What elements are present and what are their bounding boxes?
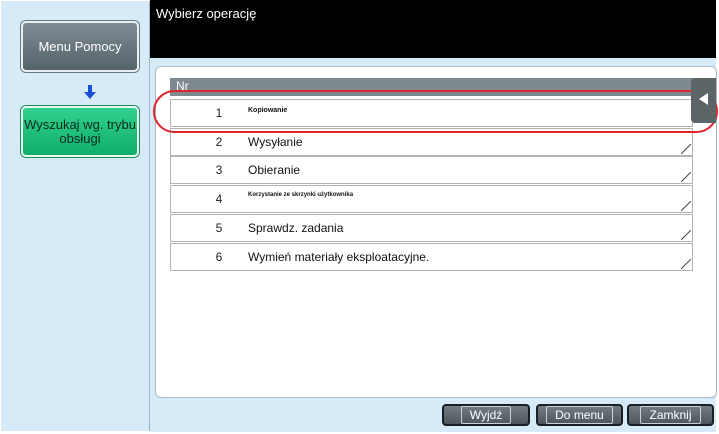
row-label: Korzystanie ze skrzynki użytkownika [248, 192, 354, 198]
search-by-mode-button[interactable]: Wyszukaj wg. trybu obsługi [21, 106, 139, 157]
corner-mark-icon [681, 259, 691, 269]
search-by-mode-label: Wyszukaj wg. trybu obsługi [24, 116, 136, 146]
sidebar: Menu Pomocy Wyszukaj wg. trybu obsługi [1, 1, 150, 431]
exit-label: Wyjdź [460, 406, 512, 424]
corner-mark-icon [681, 201, 691, 211]
row-number: 5 [215, 221, 223, 235]
row-label: Wymień materiały eksploatacyjne. [248, 250, 430, 264]
help-menu-button[interactable]: Menu Pomocy [21, 21, 139, 72]
row-number: 6 [215, 250, 223, 264]
help-menu-label: Menu Pomocy [38, 38, 122, 54]
exit-button[interactable]: Wyjdź [442, 404, 530, 426]
selection-highlight [153, 90, 718, 133]
close-label: Zamknij [640, 406, 701, 424]
screen: Menu Pomocy Wyszukaj wg. trybu obsługi W… [0, 0, 718, 432]
to-menu-button[interactable]: Do menu [536, 404, 623, 426]
to-menu-label: Do menu [546, 406, 613, 424]
page-title: Wybierz operację [156, 6, 257, 21]
operation-row-4[interactable]: 4 Korzystanie ze skrzynki użytkownika [170, 185, 693, 213]
header: Wybierz operację [150, 0, 716, 58]
operation-row-6[interactable]: 6 Wymień materiały eksploatacyjne. [170, 243, 693, 271]
side-tab-button[interactable] [691, 78, 716, 123]
arrow-down-icon [84, 85, 96, 99]
operation-row-3[interactable]: 3 Obieranie [170, 156, 693, 184]
triangle-left-icon [699, 93, 708, 105]
close-button[interactable]: Zamknij [627, 404, 714, 426]
operation-row-5[interactable]: 5 Sprawdz. zadania [170, 214, 693, 242]
corner-mark-icon [681, 144, 691, 154]
row-number: 3 [215, 163, 223, 177]
corner-mark-icon [681, 172, 691, 182]
row-number: 4 [215, 192, 223, 206]
corner-mark-icon [681, 230, 691, 240]
row-label: Wysyłanie [248, 135, 303, 149]
row-label: Sprawdz. zadania [248, 221, 344, 235]
row-number: 2 [215, 135, 223, 149]
row-label: Obieranie [248, 163, 301, 177]
